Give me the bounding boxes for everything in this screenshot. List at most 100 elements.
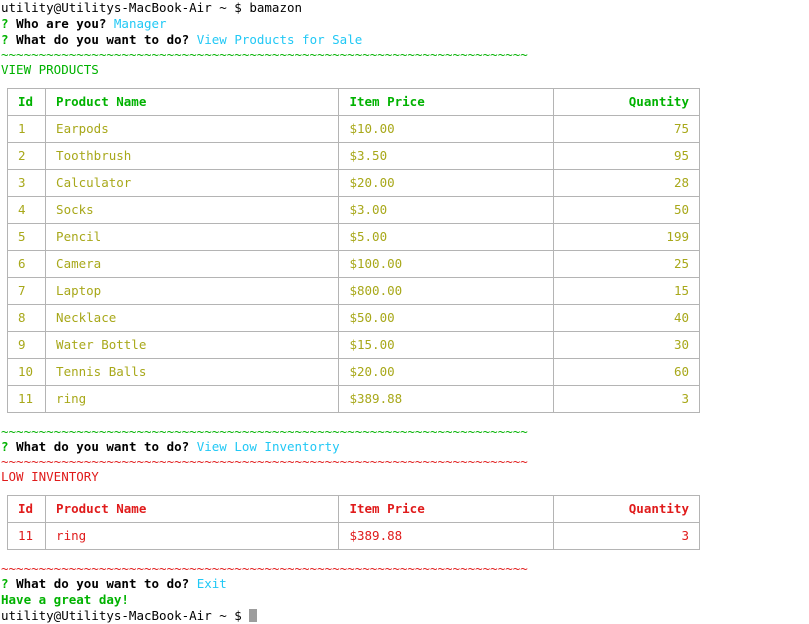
- separator-squiggle-green-2: ~~~~~~~~~~~~~~~~~~~~~~~~~~~~~~~~~~~~~~~~…: [1, 425, 528, 439]
- table-row: 11 ring $389.88 3: [6, 522, 701, 550]
- table-row: 4 Socks $3.00 50: [6, 196, 701, 224]
- cell-id: 4: [6, 196, 47, 224]
- table-row: 9 Water Bottle $15.00 30: [6, 331, 701, 359]
- cell-id: 11: [6, 385, 47, 413]
- cell-item-price: $50.00: [338, 304, 554, 332]
- cell-quantity: 199: [552, 223, 701, 251]
- low-inventory-header-row: Id Product Name Item Price Quantity: [6, 495, 701, 523]
- prompt-what-do-3: ? What do you want to do? Exit: [1, 576, 809, 592]
- cell-item-price: $10.00: [338, 115, 554, 143]
- separator-squiggle-green-1: ~~~~~~~~~~~~~~~~~~~~~~~~~~~~~~~~~~~~~~~~…: [1, 48, 528, 62]
- products-header-item-price: Item Price: [338, 88, 554, 116]
- answer-exit: Exit: [196, 576, 227, 591]
- gap-5: [189, 439, 197, 454]
- cell-item-price: $389.88: [338, 385, 554, 413]
- cell-quantity: 28: [552, 169, 701, 197]
- table-row: 2 Toothbrush $3.50 95: [6, 142, 701, 170]
- table-row: 5 Pencil $5.00 199: [6, 223, 701, 251]
- cell-quantity: 50: [552, 196, 701, 224]
- shell-prompt-command-line: utility@Utilitys-MacBook-Air ~ $ bamazon: [1, 0, 303, 15]
- cell-quantity: 15: [552, 277, 701, 305]
- final-prompt-text: utility@Utilitys-MacBook-Air ~ $: [1, 608, 242, 623]
- prompt-gap: [242, 608, 250, 623]
- cell-id: 6: [6, 250, 47, 278]
- cell-item-price: $5.00: [338, 223, 554, 251]
- cell-id: 1: [6, 115, 47, 143]
- cell-product-name: Camera: [45, 250, 340, 278]
- low-inventory-heading-text: LOW INVENTORY: [1, 469, 99, 484]
- cell-id: 2: [6, 142, 47, 170]
- heading-view-products: VIEW PRODUCTS: [1, 62, 809, 78]
- products-header-id: Id: [6, 88, 47, 116]
- shell-prompt-line-initial: utility@Utilitys-MacBook-Air ~ $ bamazon: [1, 0, 809, 16]
- low-header-id: Id: [6, 495, 47, 523]
- gap-3: [189, 32, 197, 47]
- cell-product-name: Laptop: [45, 277, 340, 305]
- answer-view-products: View Products for Sale: [196, 32, 363, 47]
- gap-7: [189, 576, 197, 591]
- cell-id: 8: [6, 304, 47, 332]
- cell-quantity: 95: [552, 142, 701, 170]
- cell-product-name: Pencil: [45, 223, 340, 251]
- gap-4: [9, 439, 17, 454]
- cell-quantity: 75: [552, 115, 701, 143]
- heading-low-inventory: LOW INVENTORY: [1, 469, 809, 485]
- cell-item-price: $389.88: [338, 522, 554, 550]
- terminal-window: utility@Utilitys-MacBook-Air ~ $ bamazon…: [0, 0, 809, 624]
- gap-1: [106, 16, 114, 31]
- cell-product-name: Toothbrush: [45, 142, 340, 170]
- table-row: 1 Earpods $10.00 75: [6, 115, 701, 143]
- cell-id: 10: [6, 358, 47, 386]
- separator-squiggle-red-1: ~~~~~~~~~~~~~~~~~~~~~~~~~~~~~~~~~~~~~~~~…: [1, 455, 528, 469]
- cell-item-price: $3.00: [338, 196, 554, 224]
- prompt-what-do-2: ? What do you want to do? View Low Inven…: [1, 439, 809, 455]
- cell-quantity: 60: [552, 358, 701, 386]
- what-do-label-2: What do you want to do?: [16, 439, 190, 454]
- gap-2: [9, 32, 17, 47]
- cell-quantity: 40: [552, 304, 701, 332]
- spacer-before-products-table: [1, 78, 809, 88]
- who-are-you-spacer: [9, 16, 17, 31]
- spacer-before-low-table: [1, 485, 809, 495]
- low-header-product-name: Product Name: [45, 495, 340, 523]
- separator-squiggle-red-2: ~~~~~~~~~~~~~~~~~~~~~~~~~~~~~~~~~~~~~~~~…: [1, 562, 528, 576]
- low-header-item-price: Item Price: [338, 495, 554, 523]
- cell-item-price: $20.00: [338, 169, 554, 197]
- cell-id: 9: [6, 331, 47, 359]
- products-table-header-row: Id Product Name Item Price Quantity: [6, 88, 701, 116]
- what-do-label-1: What do you want to do?: [16, 32, 190, 47]
- answer-view-low-inventory: View Low Inventorty: [196, 439, 340, 454]
- goodbye-text: Have a great day!: [1, 592, 129, 607]
- question-marker-icon: ?: [1, 439, 9, 454]
- cell-id: 7: [6, 277, 47, 305]
- table-row: 10 Tennis Balls $20.00 60: [6, 358, 701, 386]
- question-marker-icon: ?: [1, 576, 9, 591]
- view-products-heading-text: VIEW PRODUCTS: [1, 62, 99, 77]
- shell-prompt-line-final: utility@Utilitys-MacBook-Air ~ $: [1, 608, 809, 624]
- table-row: 3 Calculator $20.00 28: [6, 169, 701, 197]
- prompt-who-are-you: ? Who are you? Manager: [1, 16, 809, 32]
- spacer-after-products-table: [1, 413, 809, 425]
- cell-id: 3: [6, 169, 47, 197]
- cell-product-name: Calculator: [45, 169, 340, 197]
- gap-6: [9, 576, 17, 591]
- products-header-quantity: Quantity: [552, 88, 701, 116]
- table-row: 11 ring $389.88 3: [6, 385, 701, 413]
- question-marker-icon: ?: [1, 32, 9, 47]
- cell-product-name: Earpods: [45, 115, 340, 143]
- products-table: Id Product Name Item Price Quantity 1 Ea…: [6, 88, 701, 413]
- cell-item-price: $15.00: [338, 331, 554, 359]
- low-header-quantity: Quantity: [552, 495, 701, 523]
- table-row: 8 Necklace $50.00 40: [6, 304, 701, 332]
- cell-id: 11: [6, 522, 47, 550]
- cell-product-name: Water Bottle: [45, 331, 340, 359]
- prompt-what-do-1: ? What do you want to do? View Products …: [1, 32, 809, 48]
- spacer-after-low-table: [1, 550, 809, 562]
- table-row: 7 Laptop $800.00 15: [6, 277, 701, 305]
- cell-product-name: ring: [45, 385, 340, 413]
- cell-quantity: 3: [552, 522, 701, 550]
- cell-product-name: ring: [45, 522, 340, 550]
- cell-product-name: Tennis Balls: [45, 358, 340, 386]
- cell-quantity: 3: [552, 385, 701, 413]
- goodbye-message: Have a great day!: [1, 592, 809, 608]
